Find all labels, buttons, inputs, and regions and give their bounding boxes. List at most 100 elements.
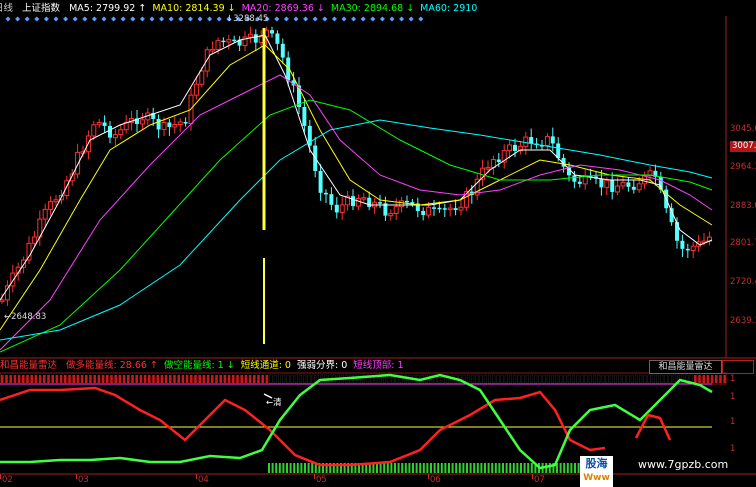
green-bar xyxy=(458,463,461,473)
band-cell xyxy=(563,374,567,384)
band-cell xyxy=(601,374,605,384)
green-bar xyxy=(548,463,551,473)
green-bar xyxy=(408,463,411,473)
band-cell xyxy=(64,375,67,383)
signal-dot xyxy=(216,16,222,22)
signal-dot xyxy=(322,16,328,22)
band-cell xyxy=(240,375,243,383)
ma-item-2: MA20: 2869.36 ↓ xyxy=(241,3,325,14)
band-cell xyxy=(471,374,475,384)
indicator-badge[interactable]: 和昌能量雷达 xyxy=(649,360,722,374)
indicator-tick-3: 1 xyxy=(730,444,736,454)
candle-body xyxy=(31,236,37,244)
candle-body xyxy=(615,185,621,193)
band-cell xyxy=(34,375,38,383)
band-cell xyxy=(211,375,214,383)
candle-body xyxy=(210,48,216,52)
band-cell xyxy=(710,375,714,383)
band-cell xyxy=(13,375,17,383)
period-label[interactable]: 日线 xyxy=(0,3,13,14)
indicator-item-3: 强弱分界: 0 xyxy=(296,360,348,371)
band-cell xyxy=(131,375,134,383)
signal-dot xyxy=(351,16,357,22)
band-cell xyxy=(555,374,559,384)
candle-body xyxy=(221,40,226,43)
band-cell xyxy=(466,374,471,384)
signal-dot xyxy=(24,16,30,22)
candle-body xyxy=(232,39,237,42)
green-bar xyxy=(480,463,483,473)
price-tick-0: 3045.6 xyxy=(730,124,756,134)
candle-body xyxy=(378,202,382,204)
candle-body xyxy=(199,70,205,85)
candle-body xyxy=(193,83,199,96)
band-cell xyxy=(198,375,201,383)
green-bar xyxy=(394,463,396,473)
indicator-title[interactable]: 和昌能量雷达 xyxy=(0,360,57,371)
band-cell xyxy=(5,375,8,383)
signal-dot xyxy=(72,16,78,22)
indicator-corner-button[interactable] xyxy=(722,360,754,374)
signal-dot xyxy=(5,16,11,22)
band-cell xyxy=(571,374,576,384)
band-cell xyxy=(605,374,609,384)
candle-body xyxy=(610,180,615,192)
green-bar xyxy=(379,463,382,473)
band-cell xyxy=(479,374,483,384)
band-cell xyxy=(68,375,71,383)
green-bar xyxy=(311,463,314,473)
candle-body xyxy=(324,192,328,195)
signal-dot xyxy=(197,16,203,22)
candle-body xyxy=(329,194,334,205)
band-cell xyxy=(475,374,479,384)
band-cell xyxy=(152,375,155,383)
green-bar xyxy=(278,463,281,473)
band-cell xyxy=(47,375,50,383)
band-cell xyxy=(542,374,546,384)
stock-chart[interactable] xyxy=(0,0,756,487)
green-bar xyxy=(516,463,519,473)
band-cell xyxy=(622,374,626,384)
band-cell xyxy=(694,375,697,383)
green-bar xyxy=(484,463,486,473)
band-cell xyxy=(219,375,222,383)
ma-line-2 xyxy=(0,74,713,351)
signal-dot xyxy=(120,16,126,22)
green-bar xyxy=(530,463,533,473)
green-bar xyxy=(401,463,404,473)
price-tick-5: 2720.4 xyxy=(730,277,756,287)
green-bar xyxy=(462,463,465,473)
signal-dot xyxy=(91,16,97,22)
signal-dot xyxy=(408,16,414,22)
band-cell xyxy=(613,374,618,384)
green-bar xyxy=(404,463,407,473)
candle-body xyxy=(458,206,464,211)
band-cell xyxy=(567,374,571,384)
candle-body xyxy=(139,119,145,125)
band-cell xyxy=(639,374,643,384)
band-cell xyxy=(101,375,105,383)
index-name[interactable]: 上证指数 xyxy=(22,3,60,14)
indicator-item-1: 做空能量线: 1 ↓ xyxy=(163,360,235,371)
candle-body xyxy=(108,125,112,138)
candle-body xyxy=(334,204,339,213)
band-cell xyxy=(202,375,206,383)
price-tick-6: 2639.1 xyxy=(730,316,756,326)
band-cell xyxy=(508,374,513,384)
band-cell xyxy=(525,374,529,384)
green-bar xyxy=(491,463,494,473)
date-tick-mark-2 xyxy=(196,474,197,479)
band-cell xyxy=(311,374,315,384)
band-cell xyxy=(298,374,303,384)
band-cell xyxy=(584,374,588,384)
indicator-item-0: 做多能量线: 28.66 ↑ xyxy=(66,360,158,371)
candle-body xyxy=(247,33,253,38)
band-cell xyxy=(206,375,210,383)
signal-dot xyxy=(168,16,174,22)
band-cell xyxy=(668,374,672,384)
watermark-url: www.7gpzb.com xyxy=(638,458,729,471)
candle-body xyxy=(577,181,582,184)
band-cell xyxy=(546,374,550,384)
candle-body xyxy=(426,206,432,216)
candle-body xyxy=(556,143,561,158)
